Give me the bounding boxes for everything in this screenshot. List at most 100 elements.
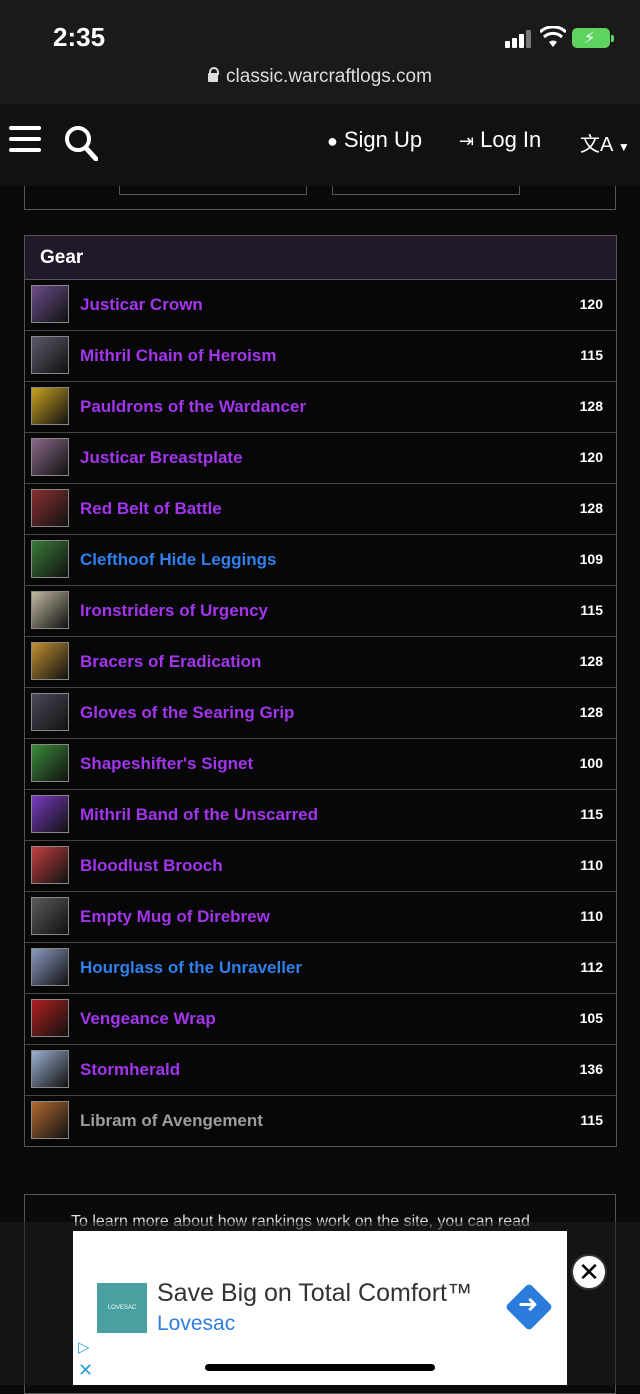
item-icon[interactable] (31, 999, 69, 1037)
ad-banner[interactable] (73, 1231, 567, 1385)
item-icon[interactable] (31, 948, 69, 986)
gear-row[interactable]: Libram of Avengement 115 (25, 1096, 616, 1147)
item-name-link[interactable]: Red Belt of Battle (80, 499, 222, 519)
url-text: classic.warcraftlogs.com (226, 66, 432, 87)
item-icon[interactable] (31, 744, 69, 782)
menu-icon[interactable] (9, 124, 41, 154)
item-level: 120 (579, 296, 603, 312)
item-name-link[interactable]: Empty Mug of Direbrew (80, 907, 270, 927)
item-icon[interactable] (31, 642, 69, 680)
item-level: 110 (580, 908, 603, 924)
gear-row[interactable]: Vengeance Wrap 105 (25, 994, 616, 1045)
item-level: 115 (580, 602, 603, 618)
item-name-link[interactable]: Justicar Breastplate (80, 448, 243, 468)
item-name-link[interactable]: Shapeshifter's Signet (80, 754, 253, 774)
gear-row[interactable]: Justicar Breastplate 120 (25, 433, 616, 484)
item-icon[interactable] (31, 1050, 69, 1088)
item-name-link[interactable]: Libram of Avengement (80, 1111, 263, 1131)
item-name-link[interactable]: Gloves of the Searing Grip (80, 703, 294, 723)
item-icon[interactable] (31, 438, 69, 476)
gear-row[interactable]: Red Belt of Battle 128 (25, 484, 616, 535)
item-level: 128 (579, 398, 603, 414)
previous-button[interactable] (119, 186, 307, 195)
gear-row[interactable]: Pauldrons of the Wardancer 128 (25, 382, 616, 433)
item-name-link[interactable]: Pauldrons of the Wardancer (80, 397, 306, 417)
item-icon[interactable] (31, 591, 69, 629)
item-name-link[interactable]: Vengeance Wrap (80, 1009, 216, 1029)
translate-icon: 文A (580, 134, 613, 156)
item-icon[interactable] (31, 336, 69, 374)
status-bar: 2:35 ⚡ classic.warcraftlogs.com (0, 0, 640, 104)
gear-row[interactable]: Justicar Crown 120 (25, 280, 616, 331)
sign-up-link[interactable]: ● Sign Up (327, 127, 422, 153)
wifi-icon (540, 26, 566, 47)
item-level: 115 (580, 347, 603, 363)
item-name-link[interactable]: Ironstriders of Urgency (80, 601, 268, 621)
gear-row[interactable]: Bracers of Eradication 128 (25, 637, 616, 688)
item-name-link[interactable]: Bloodlust Brooch (80, 856, 223, 876)
status-time: 2:35 (53, 22, 106, 52)
item-icon[interactable] (31, 846, 69, 884)
item-name-link[interactable]: Mithril Band of the Unscarred (80, 805, 318, 825)
item-icon[interactable] (31, 387, 69, 425)
item-name-link[interactable]: Bracers of Eradication (80, 652, 261, 672)
item-name-link[interactable]: Mithril Chain of Heroism (80, 346, 276, 366)
item-level: 110 (580, 857, 603, 873)
item-level: 100 (579, 755, 603, 771)
item-level: 115 (580, 1112, 603, 1128)
login-icon: ⇥ (459, 131, 475, 151)
user-icon: ● (327, 131, 338, 151)
home-indicator (205, 1364, 435, 1371)
item-level: 128 (579, 653, 603, 669)
item-level: 120 (579, 449, 603, 465)
item-level: 136 (579, 1061, 603, 1077)
ad-advertiser[interactable]: Lovesac (157, 1312, 235, 1336)
item-icon[interactable] (31, 795, 69, 833)
cellular-signal-icon (505, 30, 531, 48)
item-icon[interactable] (31, 285, 69, 323)
gear-row[interactable]: Mithril Chain of Heroism 115 (25, 331, 616, 382)
gear-list: Justicar Crown 120 Mithril Chain of Herois… (25, 280, 616, 1147)
item-level: 128 (579, 704, 603, 720)
url-bar[interactable]: classic.warcraftlogs.com (0, 66, 640, 88)
battery-icon: ⚡ (572, 28, 614, 48)
gear-row[interactable]: Ironstriders of Urgency 115 (25, 586, 616, 637)
item-level: 112 (580, 959, 603, 975)
lock-icon (208, 67, 220, 82)
ad-close-button[interactable]: ✕ (571, 1254, 607, 1290)
gear-row[interactable]: Stormherald 136 (25, 1045, 616, 1096)
item-icon[interactable] (31, 1101, 69, 1139)
item-level: 109 (579, 551, 603, 567)
gear-header: Gear (25, 236, 616, 280)
item-level: 115 (580, 806, 603, 822)
gear-row[interactable]: Gloves of the Searing Grip 128 (25, 688, 616, 739)
log-in-label: Log In (480, 127, 542, 152)
adchoices-icon[interactable]: ▷ (78, 1338, 90, 1356)
ad-title[interactable]: Save Big on Total Comfort™ (157, 1279, 472, 1308)
gear-row[interactable]: Bloodlust Brooch 110 (25, 841, 616, 892)
gear-row[interactable]: Shapeshifter's Signet 100 (25, 739, 616, 790)
gear-panel: Gear Justicar Crown 120 Mithril Chain of H… (24, 235, 617, 1147)
language-selector[interactable]: 文A ▼ (580, 128, 630, 157)
item-icon[interactable] (31, 897, 69, 935)
gear-row[interactable]: Empty Mug of Direbrew 110 (25, 892, 616, 943)
item-level: 128 (579, 500, 603, 516)
gear-row[interactable]: Hourglass of the Unraveller 112 (25, 943, 616, 994)
item-name-link[interactable]: Justicar Crown (80, 295, 203, 315)
ad-dismiss-icon[interactable]: ✕ (78, 1360, 93, 1381)
item-name-link[interactable]: Hourglass of the Unraveller (80, 958, 302, 978)
item-name-link[interactable]: Stormherald (80, 1060, 180, 1080)
item-level: 105 (579, 1010, 603, 1026)
gear-row[interactable]: Mithril Band of the Unscarred 115 (25, 790, 616, 841)
item-icon[interactable] (31, 540, 69, 578)
item-name-link[interactable]: Clefthoof Hide Leggings (80, 550, 276, 570)
search-icon[interactable] (64, 125, 98, 161)
sign-up-label: Sign Up (343, 127, 423, 152)
advertiser-logo: LOVESAC (97, 1283, 147, 1333)
gear-row[interactable]: Clefthoof Hide Leggings 109 (25, 535, 616, 586)
log-in-link[interactable]: ⇥ Log In (459, 127, 541, 153)
item-icon[interactable] (31, 489, 69, 527)
caret-down-icon: ▼ (617, 140, 630, 154)
previous-button[interactable] (332, 186, 520, 195)
item-icon[interactable] (31, 693, 69, 731)
